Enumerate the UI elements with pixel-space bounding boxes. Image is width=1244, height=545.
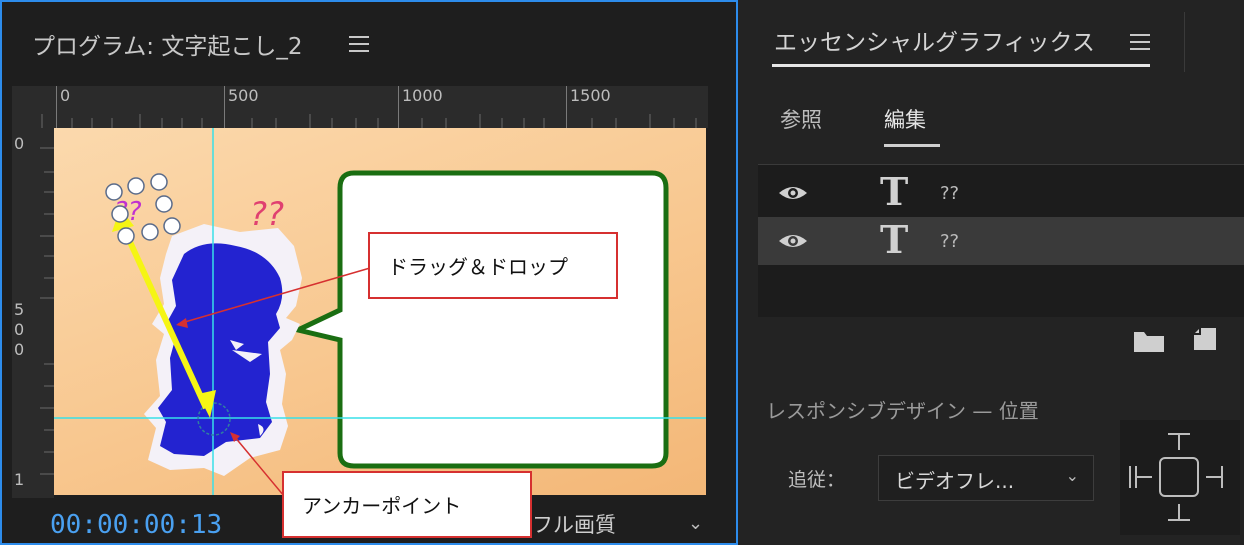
essential-graphics-title[interactable]: エッセンシャルグラフィックス <box>774 23 1095 57</box>
playhead-timecode[interactable]: 00:00:00:13 <box>50 510 222 540</box>
follow-dropdown[interactable]: ビデオフレ... ⌄ <box>878 455 1094 501</box>
responsive-design-title: レスポンシブデザイン — 位置 <box>766 399 1039 423</box>
layer-row-selected[interactable]: T ?? <box>758 217 1244 265</box>
vertical-ruler: 0 5 0 0 1 <box>12 128 54 498</box>
folder-icon[interactable] <box>1132 328 1166 354</box>
drag-drop-callout: ドラッグ＆ドロップ <box>368 232 618 299</box>
chevron-down-icon: ⌄ <box>1065 466 1079 485</box>
layer-name: ?? <box>940 231 960 252</box>
speech-bubble <box>290 170 669 469</box>
eye-icon[interactable] <box>778 183 808 203</box>
hamburger-menu-icon[interactable] <box>349 36 369 52</box>
divider <box>1184 12 1185 72</box>
essential-graphics-panel: エッセンシャルグラフィックス 参照 編集 T ?? T ?? レスポンシブデザイ… <box>758 0 1244 545</box>
follow-label: 追従： <box>788 469 846 491</box>
active-tab-underline <box>884 144 940 147</box>
layer-row[interactable]: T ?? <box>758 169 1244 217</box>
follow-dropdown-value: ビデオフレ... <box>895 469 1015 493</box>
program-canvas[interactable]: ?? ?? <box>54 128 706 495</box>
question-marks-canvas-text: ?? <box>250 195 284 233</box>
anchor-point-callout: アンカーポイント <box>282 471 532 538</box>
layer-name: ?? <box>940 183 960 204</box>
pin-to-icon[interactable] <box>1120 420 1240 535</box>
eye-icon[interactable] <box>778 231 808 251</box>
tab-edit[interactable]: 編集 <box>884 104 926 134</box>
playback-quality-select[interactable]: フル画質 <box>532 509 616 539</box>
tab-browse[interactable]: 参照 <box>780 104 822 134</box>
text-layer-icon: T <box>880 217 909 262</box>
transform-handles <box>105 173 181 245</box>
chevron-down-icon[interactable]: ⌄ <box>688 513 703 534</box>
panel-tab-underline <box>772 64 1150 67</box>
text-layer-icon: T <box>880 169 909 214</box>
program-monitor-panel[interactable]: プログラム: 文字起こし_2 0 500 1000 1500 0 5 0 0 1… <box>0 0 738 545</box>
layer-list: T ?? T ?? <box>758 164 1244 317</box>
program-monitor-title: プログラム: 文字起こし_2 <box>32 34 303 60</box>
hamburger-menu-icon[interactable] <box>1130 34 1150 50</box>
new-item-icon[interactable] <box>1192 326 1218 352</box>
horizontal-ruler: 0 500 1000 1500 <box>12 86 708 128</box>
